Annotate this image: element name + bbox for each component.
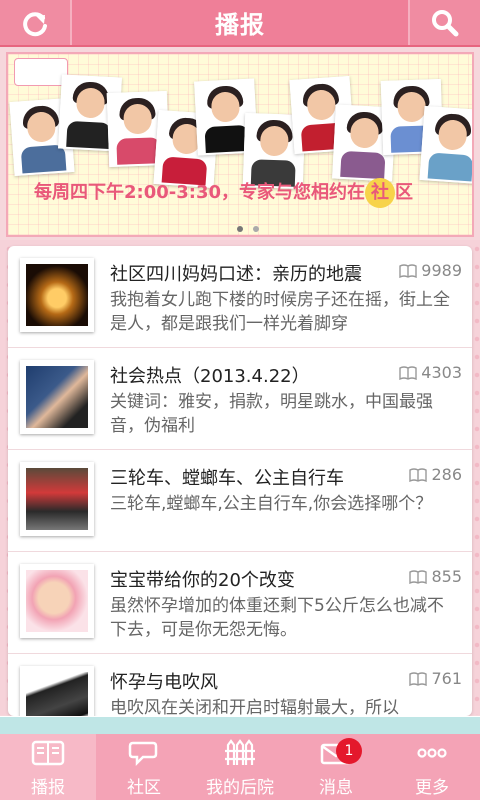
item-thumbnail <box>20 666 94 716</box>
book-icon <box>399 365 417 380</box>
item-description: 关键词：雅安，捐款，明星跳水，中国最强音，伪福利 <box>110 392 433 436</box>
item-read-count: 761 <box>409 669 462 688</box>
tab-label: 社区 <box>127 778 161 798</box>
list-item[interactable]: 宝宝带给你的20个改变 855 虽然怀孕增加的体重还剩下5公斤怎么也减不下去，可… <box>8 552 472 654</box>
book-icon <box>409 467 428 482</box>
fence-icon <box>223 739 257 767</box>
item-title: 社区四川妈妈口述：亲历的地震 <box>110 264 362 285</box>
refresh-icon <box>23 11 47 36</box>
tab-label: 我的后院 <box>206 778 274 798</box>
item-title: 怀孕与电吹风 <box>110 672 218 693</box>
tab-community[interactable]: 社区 <box>96 734 192 800</box>
list-item[interactable]: 怀孕与电吹风 761 电吹风在关闭和开启时辐射最大，所以 <box>8 654 472 716</box>
tab-broadcast[interactable]: 播报 <box>0 734 96 800</box>
search-button[interactable] <box>408 0 480 45</box>
item-thumbnail <box>20 564 94 638</box>
chat-icon <box>127 739 161 767</box>
item-description: 虽然怀孕增加的体重还剩下5公斤怎么也减不下去，可是你无怨无悔。 <box>110 596 444 640</box>
item-count-value: 286 <box>431 465 462 484</box>
feed-list: 社区四川妈妈口述：亲历的地震 9989 我抱着女儿跑下楼的时候房子还在摇，街上全… <box>8 246 472 716</box>
tab-label: 更多 <box>415 778 449 798</box>
refresh-button[interactable] <box>0 0 72 45</box>
search-icon <box>432 9 459 36</box>
tab-backyard[interactable]: 我的后院 <box>192 734 288 800</box>
tab-messages[interactable]: 消息 1 <box>288 734 384 800</box>
list-item[interactable]: 社会热点（2013.4.22） 4303 关键词：雅安，捐款，明星跳水，中国最强… <box>8 348 472 450</box>
list-item[interactable]: 三轮车、螳螂车、公主自行车 286 三轮车,螳螂车,公主自行车,你会选择哪个？ <box>8 450 472 552</box>
item-thumbnail <box>20 360 94 434</box>
tab-label: 播报 <box>31 778 65 798</box>
item-read-count: 4303 <box>399 363 462 382</box>
banner-caption-highlight: 社 <box>365 178 396 208</box>
tabbar-decoration <box>0 716 480 735</box>
item-read-count: 855 <box>409 567 462 586</box>
expert-photo <box>419 105 472 185</box>
top-bar: 播报 <box>0 0 480 47</box>
page-title: 播报 <box>215 11 265 39</box>
book-icon <box>409 569 428 584</box>
more-icon <box>415 739 449 767</box>
item-title: 社会热点（2013.4.22） <box>110 366 310 387</box>
item-read-count: 9989 <box>399 261 462 280</box>
banner-logo <box>14 58 68 86</box>
item-title: 宝宝带给你的20个改变 <box>110 570 295 591</box>
item-description: 三轮车,螳螂车,公主自行车,你会选择哪个？ <box>110 494 433 514</box>
item-description: 电吹风在关闭和开启时辐射最大，所以 <box>110 698 399 716</box>
book-icon <box>31 739 65 767</box>
promo-banner[interactable]: 每周四下午2:00-3:30，专家与您相约在社区 <box>6 52 474 237</box>
banner-caption-text: 每周四下午2:00-3:30，专家与您相约在 <box>34 182 366 203</box>
unread-badge: 1 <box>336 738 362 764</box>
item-count-value: 9989 <box>421 261 462 280</box>
item-count-value: 761 <box>431 669 462 688</box>
tab-label: 消息 <box>319 778 353 798</box>
item-title: 三轮车、螳螂车、公主自行车 <box>110 468 344 489</box>
item-count-value: 855 <box>431 567 462 586</box>
bottom-tab-bar: 播报 社区 我的后院 消息 1 更多 <box>0 734 480 800</box>
item-count-value: 4303 <box>421 363 462 382</box>
item-description: 我抱着女儿跑下楼的时候房子还在摇，街上全是人，都是跟我们一样光着脚穿 <box>110 290 450 334</box>
list-item[interactable]: 社区四川妈妈口述：亲历的地震 9989 我抱着女儿跑下楼的时候房子还在摇，街上全… <box>8 246 472 348</box>
pagination-dot-2[interactable] <box>253 226 259 232</box>
tab-more[interactable]: 更多 <box>384 734 480 800</box>
book-icon <box>399 263 417 278</box>
item-thumbnail <box>20 258 94 332</box>
item-read-count: 286 <box>409 465 462 484</box>
banner-pagination <box>8 226 472 235</box>
banner-caption-end: 区 <box>395 182 414 203</box>
book-icon <box>409 671 428 686</box>
banner-caption: 每周四下午2:00-3:30，专家与您相约在社区 <box>34 178 413 208</box>
item-thumbnail <box>20 462 94 536</box>
pagination-dot-1[interactable] <box>237 226 243 232</box>
